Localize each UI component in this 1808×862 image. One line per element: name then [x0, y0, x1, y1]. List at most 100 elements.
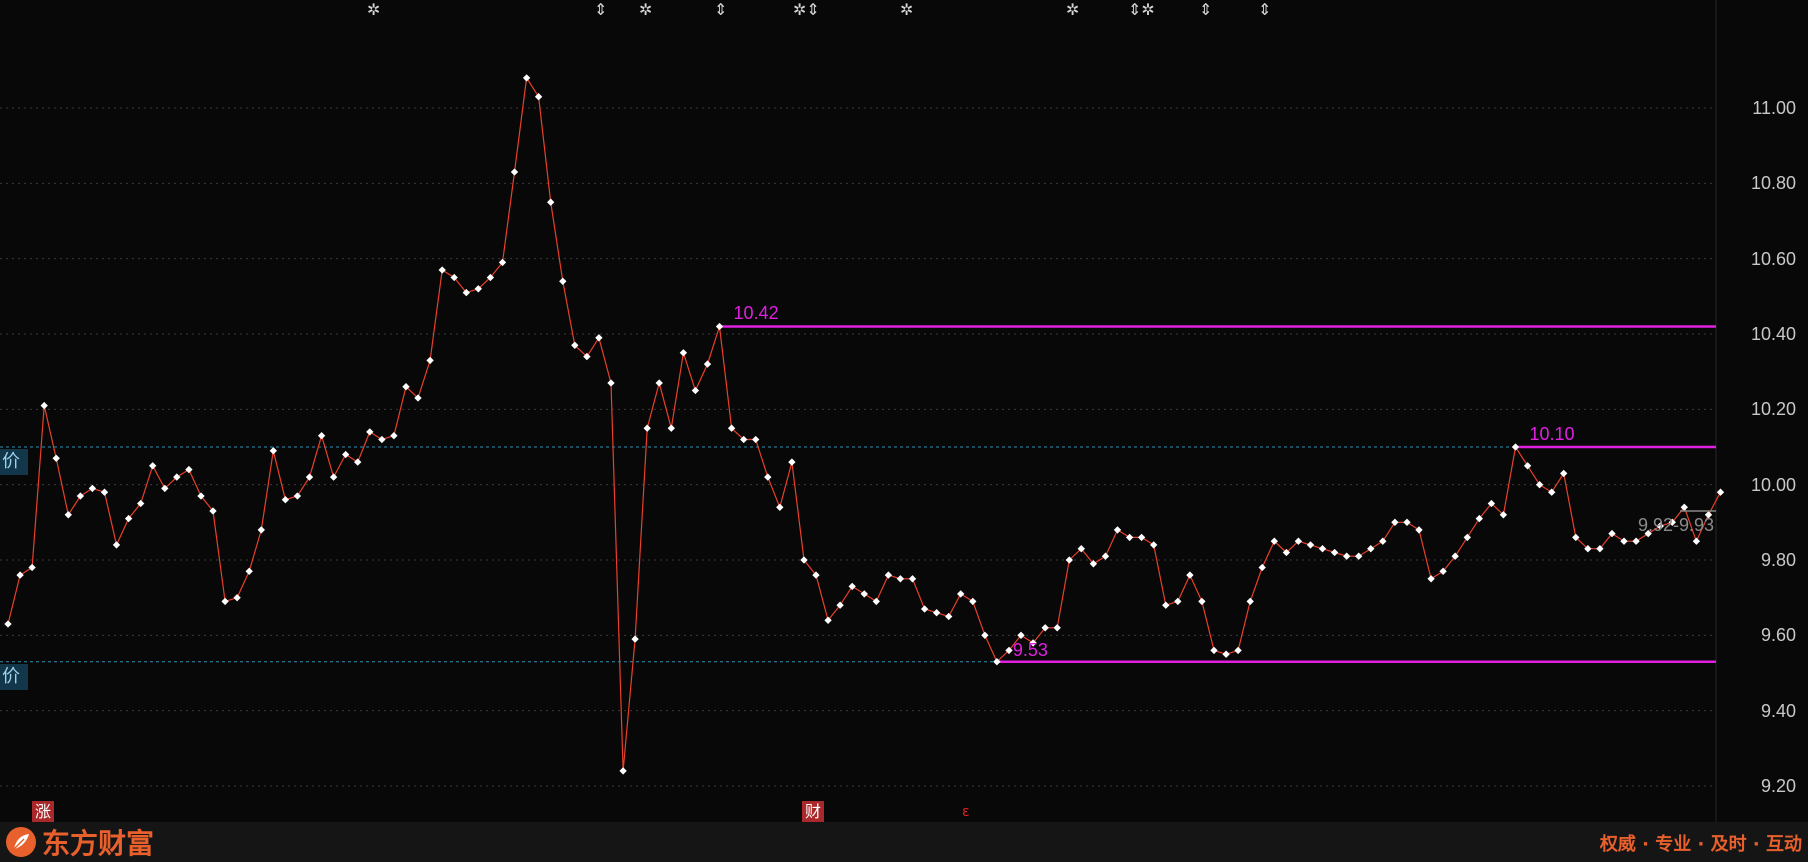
price-point	[619, 767, 627, 775]
price-point	[233, 594, 241, 602]
highlight-label-mid: 10.10	[1529, 424, 1575, 444]
event-marker-icon[interactable]: ✲	[1066, 0, 1079, 19]
highlight-label-low: 9.53	[1012, 639, 1048, 660]
price-point	[1198, 597, 1206, 606]
price-point	[969, 597, 977, 606]
price-point	[595, 334, 603, 342]
price-point	[559, 277, 567, 285]
price-point	[522, 74, 531, 82]
event-marker-icon[interactable]: ⇕✲	[1128, 0, 1155, 19]
price-point	[317, 432, 326, 440]
footer-bar: 东方财富 权威 · 专业 · 及时 · 互动	[0, 822, 1808, 862]
y-tick-label: 9.40	[1760, 700, 1796, 721]
price-point	[1162, 601, 1170, 609]
y-tick-label: 9.60	[1760, 625, 1796, 646]
price-point	[691, 386, 700, 395]
price-point	[185, 465, 193, 474]
price-point	[257, 526, 265, 534]
finance-badge[interactable]: 财	[802, 801, 824, 823]
price-point	[293, 492, 302, 500]
reference-tag-upper: 价	[0, 449, 28, 475]
price-point	[1101, 552, 1110, 560]
brand-slogan: 权威 · 专业 · 及时 · 互动	[1599, 834, 1802, 855]
price-point	[534, 93, 543, 101]
price-point	[715, 322, 724, 331]
price-point	[752, 435, 760, 444]
y-tick-label: 9.80	[1760, 550, 1796, 570]
price-point	[764, 473, 772, 481]
price-point	[776, 503, 784, 511]
limit-up-badge[interactable]: 涨	[32, 801, 54, 823]
price-point	[1113, 526, 1122, 534]
price-point	[366, 428, 374, 436]
price-point	[1560, 469, 1568, 478]
event-marker-icon[interactable]: ✲	[367, 0, 380, 19]
event-marker-icon[interactable]: ⇕	[1199, 0, 1212, 19]
price-point	[354, 458, 362, 466]
price-point	[64, 511, 72, 519]
price-point	[1246, 597, 1254, 606]
event-marker-icon[interactable]: ⇕	[1258, 0, 1271, 19]
price-point	[655, 379, 663, 387]
price-point	[510, 168, 519, 176]
price-point	[1343, 552, 1351, 560]
price-point	[1318, 545, 1327, 553]
price-point	[1511, 443, 1520, 451]
price-point	[329, 473, 338, 481]
small-event-mark[interactable]: ε	[962, 804, 970, 820]
reference-lines	[0, 446, 1716, 663]
price-point	[1355, 552, 1363, 560]
price-point	[884, 571, 893, 579]
y-tick-label: 10.40	[1750, 324, 1796, 344]
price-point	[1632, 537, 1640, 545]
brand-logo[interactable]: 东方财富	[6, 826, 154, 860]
price-point	[4, 620, 12, 628]
price-point	[1367, 545, 1375, 553]
event-marker-icon[interactable]: ⇕	[714, 0, 727, 19]
price-point	[788, 458, 796, 466]
price-point	[52, 454, 60, 462]
price-point	[896, 575, 905, 583]
price-point	[1330, 548, 1339, 557]
price-point	[679, 349, 688, 357]
price-point	[1379, 537, 1387, 545]
price-point	[1427, 575, 1435, 583]
highlight-label-high: 10.42	[733, 303, 779, 324]
price-point	[28, 563, 36, 572]
price-point	[281, 496, 290, 504]
price-point	[703, 360, 712, 368]
price-point	[1463, 533, 1471, 542]
event-marker-icon[interactable]: ✲	[900, 0, 913, 19]
price-point	[112, 541, 121, 549]
price-point	[149, 462, 157, 470]
price-point	[1258, 563, 1266, 572]
price-point	[1174, 597, 1182, 606]
y-tick-label: 10.60	[1750, 248, 1796, 269]
price-point	[426, 356, 434, 365]
y-tick-label: 10.00	[1750, 474, 1796, 495]
brand-name: 东方财富	[42, 827, 155, 860]
price-point	[1692, 537, 1701, 545]
price-point	[981, 631, 989, 639]
price-point	[88, 484, 97, 493]
price-point	[1523, 462, 1532, 470]
price-point	[390, 432, 398, 440]
price-point	[945, 612, 953, 621]
y-tick-label: 11.00	[1752, 98, 1796, 118]
event-marker-icon[interactable]: ✲⇕	[793, 0, 820, 19]
price-point	[957, 590, 965, 598]
price-point	[269, 447, 277, 455]
price-point	[872, 597, 880, 606]
price-point	[607, 379, 615, 387]
price-point	[305, 473, 314, 481]
price-point	[547, 198, 555, 206]
event-marker-icon[interactable]: ✲	[639, 0, 652, 19]
y-tick-label: 10.80	[1750, 173, 1796, 194]
price-point	[1210, 646, 1218, 655]
leaf-logo-icon	[6, 827, 36, 857]
price-point	[438, 266, 446, 274]
price-point	[1415, 526, 1423, 534]
event-marker-icon[interactable]: ⇕	[594, 0, 607, 19]
price-point	[1053, 624, 1061, 632]
price-point	[16, 571, 24, 579]
